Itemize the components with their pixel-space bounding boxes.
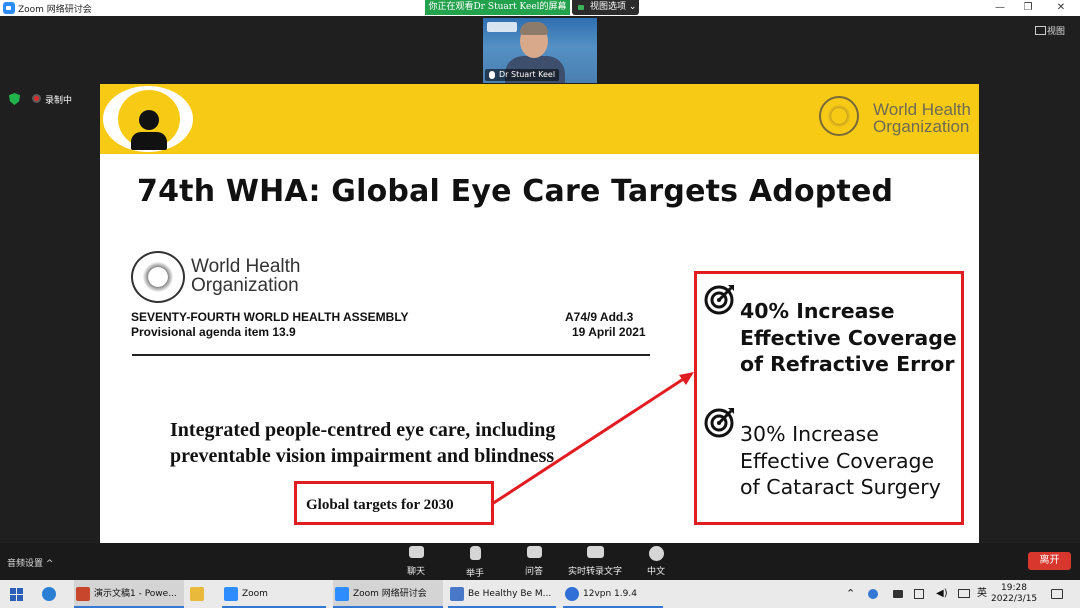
goal-refractive-error: 40% Increase Effective Coverage of Refra… (740, 298, 957, 378)
goal1-line1: 40% Increase (740, 299, 895, 323)
taskbar-vpn-label: 12vpn 1.9.4 (583, 589, 637, 599)
input-method-indicator[interactable]: 英 (977, 580, 987, 608)
doc-logo-line2: Organization (191, 275, 299, 296)
chat-icon (408, 546, 424, 558)
network-icon[interactable] (958, 589, 970, 598)
view-options-button[interactable]: 视图选项 ⌄ (572, 0, 639, 15)
captions-icon (586, 546, 604, 558)
speaker-name-tag: Dr Stuart Keel (485, 69, 560, 81)
goal1-line3: of Refractive Error (740, 352, 955, 376)
eye-logo-icon (103, 86, 193, 152)
audio-settings-button[interactable]: 音频设置 ^ (7, 556, 53, 569)
slide-title: 74th WHA: Global Eye Care Targets Adopte… (137, 174, 894, 209)
view-toggle-button[interactable]: 视图 (1035, 24, 1065, 37)
language-button[interactable]: 中文 (636, 546, 676, 580)
taskbar-zoom-webinar[interactable]: Zoom 网络研讨会 (333, 580, 443, 608)
minimize-button[interactable]: — (985, 0, 1015, 16)
shield-tray-icon[interactable] (868, 589, 878, 599)
volume-icon[interactable]: ◀) (936, 580, 948, 608)
leave-button[interactable]: 离开 (1028, 552, 1071, 570)
clock-time: 19:28 (1001, 583, 1027, 593)
chat-button[interactable]: 聊天 (396, 546, 436, 580)
heading-line2: preventable vision impairment and blindn… (170, 445, 555, 467)
document-date: 19 April 2021 (572, 325, 646, 339)
window-title: Zoom 网络研讨会 (18, 5, 92, 15)
raise-hand-button[interactable]: 举手 (455, 546, 495, 580)
background-logo (487, 22, 517, 32)
taskbar-browser-label: Be Healthy Be M... (468, 589, 552, 599)
qa-button[interactable]: 问答 (514, 546, 554, 580)
who-logo-line1: World Health (873, 100, 971, 119)
who-logo-document: World Health Organization (191, 257, 300, 295)
language-label: 中文 (646, 567, 665, 577)
goal2-line2: Effective Coverage (740, 448, 935, 473)
who-logo-header: World Health Organization (873, 101, 971, 135)
live-transcript-label: 实时转录文字 (567, 567, 622, 577)
battery-icon[interactable] (893, 590, 903, 598)
recording-label: 录制中 (45, 96, 73, 106)
windows-taskbar: 演示文稿1 - Powe... Zoom Zoom 网络研讨会 Be Healt… (0, 580, 1080, 608)
goal1-line2: Effective Coverage (740, 325, 957, 350)
assembly-name: SEVENTY-FOURTH WORLD HEALTH ASSEMBLY (131, 310, 409, 324)
taskbar-edge-icon[interactable] (40, 580, 68, 608)
who-document-emblem-icon (131, 251, 185, 303)
document-heading: Integrated people-centred eye care, incl… (170, 417, 555, 469)
document-divider (132, 354, 650, 356)
hand-icon (469, 546, 481, 560)
system-clock[interactable]: 19:28 2022/3/15 (991, 583, 1037, 605)
screen-share-notice: 你正在观看Dr Stuart Keel的屏幕 (425, 0, 570, 15)
qa-label: 问答 (524, 567, 543, 577)
goal2-line3: of Cataract Surgery (740, 475, 941, 499)
speaker-hair (520, 22, 548, 35)
targets-label: Global targets for 2030 (306, 497, 454, 513)
target-icon (704, 285, 734, 315)
raise-hand-label: 举手 (465, 569, 484, 579)
document-number: A74/9 Add.3 (565, 310, 634, 324)
goal2-line1: 30% Increase (740, 422, 879, 446)
recording-icon (32, 94, 41, 103)
device-icon[interactable] (914, 589, 924, 599)
taskbar-zoom[interactable]: Zoom (222, 580, 326, 608)
zoom-icon (224, 587, 238, 601)
goal-cataract-surgery: 30% Increase Effective Coverage of Catar… (740, 421, 941, 501)
target-icon (704, 408, 734, 438)
speaker-video[interactable]: Dr Stuart Keel (483, 18, 597, 83)
heading-line1: Integrated people-centred eye care, incl… (170, 419, 556, 441)
who-emblem-icon (819, 96, 859, 136)
zoom-webinar-icon (335, 587, 349, 601)
who-logo-line2: Organization (873, 117, 970, 136)
live-transcript-button[interactable]: 实时转录文字 (568, 546, 622, 580)
close-button[interactable]: ✕ (1046, 0, 1076, 16)
powerpoint-icon (76, 587, 90, 601)
notification-icon[interactable] (1051, 589, 1063, 599)
zoom-app-icon (3, 2, 15, 14)
speaker-name: Dr Stuart Keel (499, 70, 556, 79)
vpn-icon (565, 587, 579, 601)
microphone-icon (489, 71, 495, 79)
shared-slide: World Health Organization 74th WHA: Glob… (100, 84, 979, 543)
taskbar-vpn[interactable]: 12vpn 1.9.4 (563, 580, 663, 608)
taskbar-zoom-webinar-label: Zoom 网络研讨会 (353, 589, 427, 599)
taskbar-browser[interactable]: Be Healthy Be M... (448, 580, 556, 608)
windows-start-icon[interactable] (10, 588, 23, 601)
tray-expand-icon[interactable]: ⌃ (846, 580, 855, 608)
taskbar-zoom-label: Zoom (242, 589, 268, 599)
taskbar-file-explorer-icon[interactable] (188, 580, 216, 608)
taskbar-powerpoint-label: 演示文稿1 - Powe... (94, 589, 177, 599)
clock-date: 2022/3/15 (991, 594, 1038, 604)
doc-logo-line1: World Health (191, 256, 301, 277)
qa-icon (526, 546, 542, 558)
chat-label: 聊天 (406, 567, 425, 577)
language-icon (648, 546, 664, 561)
security-shield-icon[interactable] (9, 93, 20, 105)
view-options-label: 视图选项 ⌄ (590, 2, 637, 12)
agenda-item: Provisional agenda item 13.9 (131, 325, 296, 339)
person-icon (139, 110, 159, 130)
screen-share-icon (578, 5, 584, 10)
browser-icon (450, 587, 464, 601)
maximize-button[interactable]: ❐ (1013, 0, 1043, 16)
taskbar-powerpoint[interactable]: 演示文稿1 - Powe... (74, 580, 184, 608)
